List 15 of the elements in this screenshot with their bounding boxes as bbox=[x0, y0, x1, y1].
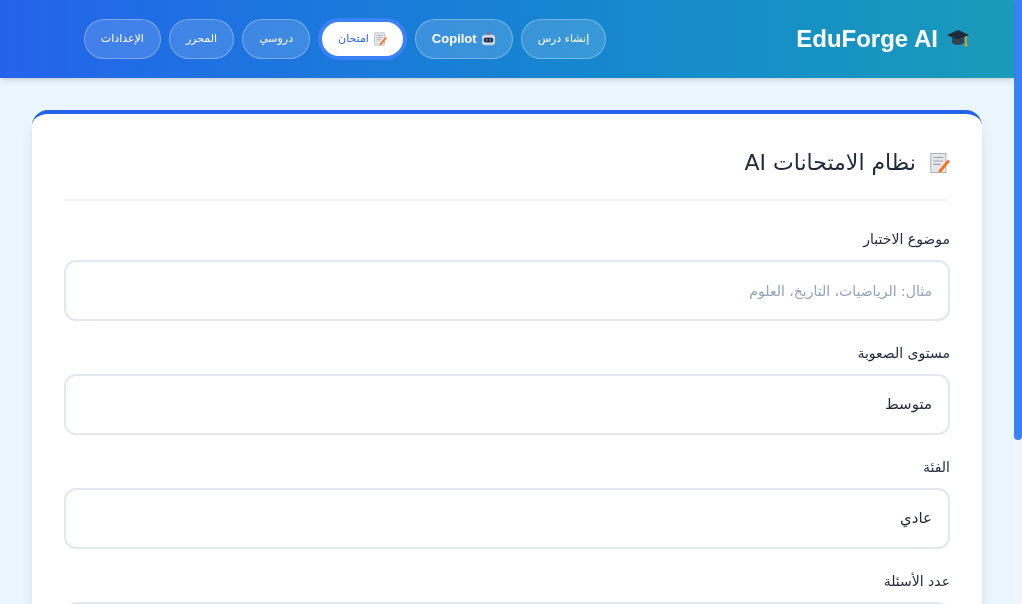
field-label: الفئة bbox=[922, 458, 950, 477]
field-label: موضوع الاختبار bbox=[861, 230, 950, 250]
field-label: عدد الأسئلة bbox=[882, 571, 950, 591]
select-field[interactable]: متوسط bbox=[64, 374, 950, 435]
app-logo: EduForge AI bbox=[796, 24, 938, 54]
input-field[interactable]: مثال: الرياضيات، التاريخ، العلوم bbox=[64, 260, 950, 321]
nav-tab[interactable]: Copilot bbox=[414, 19, 513, 59]
nav-tab[interactable]: دروسي bbox=[242, 19, 311, 59]
nav-tab[interactable]: الإعدادات bbox=[83, 19, 161, 59]
select-field[interactable]: عادي bbox=[64, 488, 950, 549]
card-title: نظام الامتحانات AI bbox=[744, 149, 916, 177]
field-label: مستوى الصعوبة bbox=[856, 344, 950, 364]
nav-tab[interactable]: إنشاء درس bbox=[520, 19, 607, 59]
nav-tab[interactable]: امتحان bbox=[318, 18, 407, 60]
nav-tab[interactable]: المحرر bbox=[168, 19, 235, 59]
